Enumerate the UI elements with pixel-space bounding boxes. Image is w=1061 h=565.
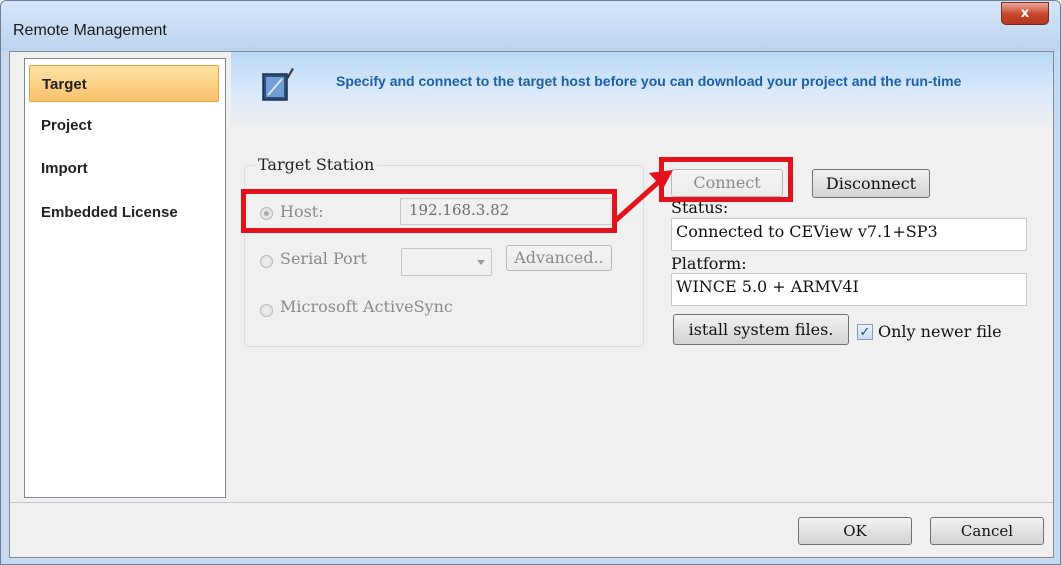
sidebar-item-label: Embedded License — [41, 204, 178, 221]
platform-field: WINCE 5.0 + ARMV4I — [671, 273, 1027, 306]
banner-text: Specify and connect to the target host b… — [336, 73, 962, 89]
only-newer-checkbox[interactable]: ✓ — [857, 324, 873, 340]
status-field: Connected to CEView v7.1+SP3 — [671, 218, 1027, 251]
activesync-label: Microsoft ActiveSync — [280, 297, 453, 316]
sidebar-item-label: Project — [41, 117, 92, 134]
serial-port-label: Serial Port — [280, 249, 367, 268]
ok-button[interactable]: OK — [798, 517, 912, 545]
sidebar-item-label: Target — [42, 76, 87, 93]
advanced-button[interactable]: Advanced.. — [506, 245, 612, 271]
cancel-button[interactable]: Cancel — [930, 517, 1044, 545]
check-icon: ✓ — [859, 324, 871, 340]
host-highlight-box — [241, 189, 617, 233]
platform-label: Platform: — [671, 254, 747, 273]
activesync-radio[interactable] — [260, 304, 273, 317]
monitor-pen-icon — [262, 68, 294, 101]
sidebar-item-project[interactable]: Project — [29, 107, 219, 144]
sidebar: Target Project Import Embedded License — [24, 58, 226, 498]
sidebar-item-label: Import — [41, 160, 88, 177]
close-button[interactable]: x — [1001, 2, 1049, 25]
window-title: Remote Management — [13, 22, 167, 39]
sidebar-item-target[interactable]: Target — [29, 65, 219, 102]
serial-port-select[interactable] — [401, 248, 492, 276]
only-newer-label: Only newer file — [878, 322, 1002, 341]
install-system-files-button[interactable]: istall system files. — [673, 314, 849, 345]
sidebar-item-import[interactable]: Import — [29, 150, 219, 187]
sidebar-item-embedded-license[interactable]: Embedded License — [29, 194, 219, 231]
serial-port-radio[interactable] — [260, 255, 273, 268]
close-icon: x — [1020, 6, 1030, 21]
target-station-legend: Target Station — [255, 155, 378, 174]
remote-management-dialog: Remote Management x Target Project Impor… — [0, 0, 1061, 565]
target-panel: Specify and connect to the target host b… — [231, 52, 1053, 502]
title-bar[interactable]: Remote Management x — [1, 1, 1060, 51]
disconnect-button[interactable]: Disconnect — [812, 169, 930, 198]
connect-highlight-box — [659, 157, 793, 202]
dialog-client-area: Target Project Import Embedded License S… — [9, 51, 1054, 558]
footer-divider — [10, 502, 1053, 503]
chevron-down-icon — [477, 260, 485, 265]
info-banner: Specify and connect to the target host b… — [231, 52, 1053, 130]
